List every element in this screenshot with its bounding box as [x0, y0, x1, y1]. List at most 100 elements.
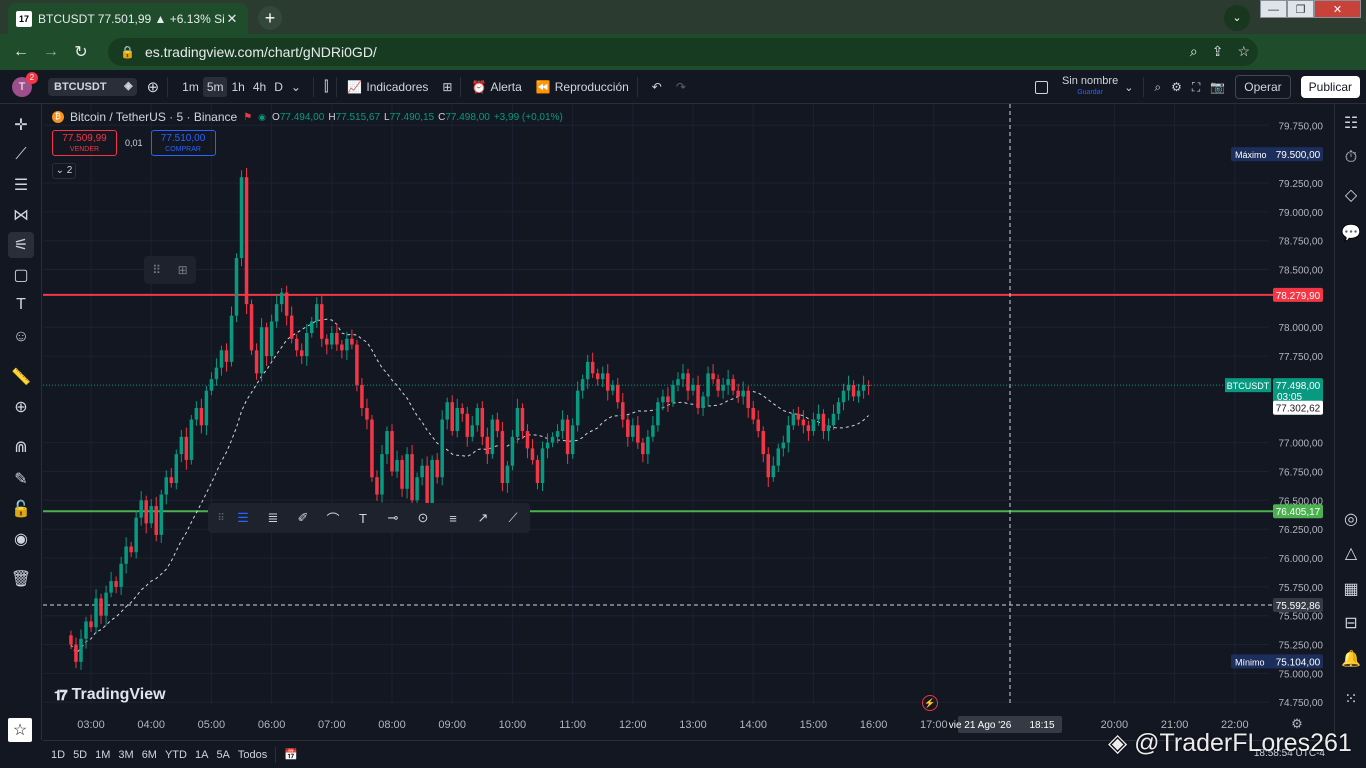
- forward-arrow-icon[interactable]: →: [36, 43, 66, 61]
- reload-icon[interactable]: ↻: [66, 42, 96, 62]
- text-icon[interactable]: T: [8, 292, 34, 318]
- tab-search-chevron-icon[interactable]: ⌄: [1224, 5, 1250, 31]
- horizontal-ray-icon[interactable]: ⊸: [378, 510, 408, 526]
- line-tool-icon[interactable]: ⟋: [498, 510, 528, 526]
- zoom-icon[interactable]: ⌕: [1190, 43, 1198, 60]
- templates-grid-icon[interactable]: ⊞: [442, 80, 452, 94]
- bookmark-star-icon[interactable]: ☆: [1237, 43, 1250, 60]
- timeframe-dropdown-chevron-icon[interactable]: ⌄: [287, 77, 305, 97]
- notifications-bell-icon[interactable]: 🔔: [1339, 648, 1363, 672]
- floating-object-panel[interactable]: ⠿ ⊞: [144, 256, 196, 284]
- undo-icon[interactable]: ↶: [652, 80, 662, 94]
- brush-tool-icon[interactable]: ✐: [288, 510, 318, 526]
- back-arrow-icon[interactable]: ←: [6, 43, 36, 61]
- range-1m[interactable]: 1M: [95, 749, 110, 761]
- replay-button[interactable]: ⏪ Reproducción: [536, 80, 629, 94]
- symbol-description[interactable]: Bitcoin / TetherUS · 5 · Binance: [70, 110, 237, 124]
- maximize-button[interactable]: ❐: [1287, 0, 1314, 18]
- zoom-in-icon[interactable]: ⊕: [8, 394, 34, 420]
- pencil-lock-icon[interactable]: ✎: [8, 466, 34, 492]
- date-range-calendar-icon[interactable]: 📅: [284, 748, 298, 761]
- minimize-button[interactable]: —: [1260, 0, 1287, 18]
- timeframe-1m[interactable]: 1m: [178, 77, 203, 97]
- alerts-clock-icon[interactable]: ⏱: [1339, 146, 1363, 170]
- symbol-search[interactable]: BTCUSDT ◈: [48, 77, 137, 96]
- timeframe-d[interactable]: D: [270, 77, 287, 97]
- range-todos[interactable]: Todos: [238, 749, 267, 761]
- ruler-icon[interactable]: 📏: [8, 364, 34, 390]
- candle-body: [239, 177, 244, 258]
- range-1d[interactable]: 1D: [51, 749, 65, 761]
- redo-icon[interactable]: ↷: [676, 80, 686, 94]
- range-5d[interactable]: 5D: [73, 749, 87, 761]
- prediction-tools-icon[interactable]: ⚟: [8, 232, 34, 258]
- timeframe-4h[interactable]: 4h: [249, 77, 270, 97]
- favorites-star-icon[interactable]: ☆: [8, 718, 32, 742]
- buy-button[interactable]: 77.510,00 COMPRAR: [150, 130, 216, 156]
- alert-button[interactable]: ⏰ Alerta: [471, 80, 521, 94]
- indicators-collapse-button[interactable]: ⌄ 2: [52, 163, 76, 179]
- emoji-icon[interactable]: ☺: [8, 324, 34, 350]
- curve-tool-icon[interactable]: ⌒: [318, 509, 348, 528]
- range-1a[interactable]: 1A: [195, 749, 208, 761]
- lock-icon[interactable]: 🔓: [8, 496, 34, 522]
- more-grid-icon[interactable]: ⁙: [1339, 688, 1363, 712]
- range-ytd[interactable]: YTD: [165, 749, 187, 761]
- horizontal-line-tool-icon[interactable]: ☰: [228, 510, 258, 526]
- camera-icon[interactable]: 📷: [1210, 80, 1225, 94]
- text-tool-icon[interactable]: T: [348, 511, 378, 526]
- close-window-button[interactable]: ✕: [1314, 0, 1361, 18]
- arrow-tool-icon[interactable]: ↗: [468, 510, 498, 526]
- share-icon[interactable]: ⇪: [1212, 43, 1224, 60]
- shapes-icon[interactable]: ▢: [8, 262, 34, 288]
- fullscreen-icon[interactable]: ⛶: [1192, 80, 1200, 95]
- range-6m[interactable]: 6M: [142, 749, 157, 761]
- operar-button[interactable]: Operar: [1235, 75, 1291, 99]
- trend-line-icon[interactable]: ⟋: [8, 142, 34, 168]
- price-label-tool-icon[interactable]: ≣: [258, 510, 288, 526]
- timeframe-1h[interactable]: 1h: [227, 77, 248, 97]
- x-tick-label: 06:00: [258, 719, 286, 731]
- visibility-eye-icon[interactable]: ◉: [8, 526, 34, 552]
- candle-body: [164, 477, 169, 495]
- magnet-icon[interactable]: ⋒: [8, 434, 34, 460]
- sell-button[interactable]: 77.509,99 VENDER: [52, 130, 117, 156]
- ideas-icon[interactable]: △: [1339, 542, 1363, 566]
- circle-tool-icon[interactable]: ⊙: [408, 510, 438, 526]
- indicators-button[interactable]: 📈 Indicadores: [347, 80, 428, 94]
- flag-icon[interactable]: ⚑: [243, 112, 252, 123]
- pattern-icon[interactable]: ⋈: [8, 202, 34, 228]
- candle-type-icon[interactable]: ⫿: [324, 78, 328, 95]
- range-3m[interactable]: 3M: [118, 749, 133, 761]
- layout-name-button[interactable]: Sin nombre Guardar ⌄: [1034, 76, 1133, 98]
- target-icon[interactable]: ◎: [1339, 508, 1363, 532]
- range-5a[interactable]: 5A: [216, 749, 229, 761]
- layout-chevron-down-icon[interactable]: ⌄: [1124, 81, 1133, 94]
- timeframe-5m[interactable]: 5m: [202, 76, 228, 97]
- crosshair-icon[interactable]: ✛: [8, 112, 34, 138]
- browser-tab[interactable]: 17 BTCUSDT 77.501,99 ▲ +6.13% Si ✕: [8, 3, 248, 34]
- price-chart[interactable]: 78.279,90 76.405,17 75.592,86 vie 21 Ago '2…: [43, 104, 1333, 740]
- add-compare-icon[interactable]: ⊕: [147, 78, 160, 96]
- close-tab-icon[interactable]: ✕: [224, 11, 240, 27]
- trash-icon[interactable]: 🗑: [8, 566, 34, 592]
- candle-body: [179, 436, 184, 455]
- fib-retracement-icon[interactable]: ☰: [8, 172, 34, 198]
- signal-icon[interactable]: [1339, 614, 1363, 638]
- drag-grip-icon[interactable]: ⠿: [214, 513, 228, 524]
- layers-icon[interactable]: ◇: [1339, 184, 1363, 208]
- url-bar[interactable]: 🔒 es.tradingview.com/chart/gNDRi0GD/ ⌕ ⇪…: [108, 38, 1258, 66]
- user-avatar[interactable]: T2: [12, 71, 38, 97]
- chat-icon[interactable]: 💬: [1339, 222, 1363, 246]
- parallel-lines-icon[interactable]: ≡: [438, 511, 468, 526]
- publicar-button[interactable]: Publicar: [1300, 76, 1360, 98]
- layout-checkbox[interactable]: [1034, 80, 1048, 94]
- new-tab-button[interactable]: +: [258, 6, 282, 30]
- calendar-icon[interactable]: ▦: [1339, 578, 1363, 602]
- lightning-icon[interactable]: ⚡: [922, 695, 938, 711]
- watchlist-icon[interactable]: ☷: [1339, 112, 1363, 136]
- settings-gear-icon[interactable]: ⚙: [1171, 80, 1182, 94]
- add-object-icon[interactable]: ⊞: [178, 263, 188, 277]
- drag-grip-icon[interactable]: ⠿: [152, 263, 161, 277]
- quick-search-icon[interactable]: ⌕: [1154, 80, 1161, 95]
